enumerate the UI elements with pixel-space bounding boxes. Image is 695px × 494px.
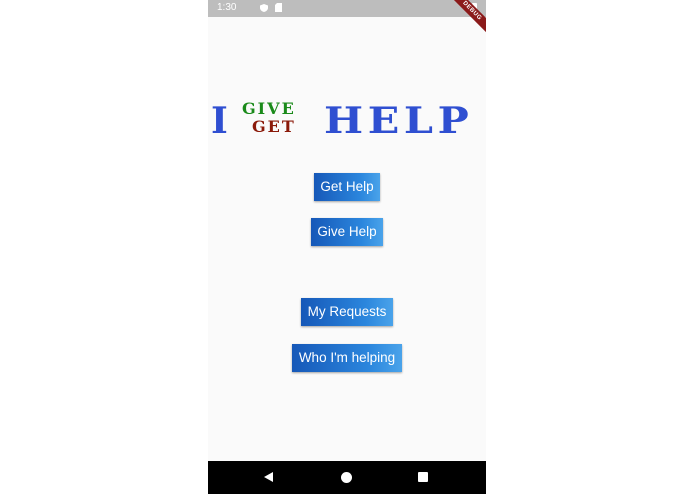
- app-screen: 1:30 DEBUG I GIVE GET HELP Get Help Give…: [208, 0, 486, 494]
- logo-word-give: GIVE: [242, 99, 296, 118]
- my-requests-button[interactable]: My Requests: [301, 298, 393, 326]
- who-im-helping-button[interactable]: Who I'm helping: [292, 344, 402, 372]
- recents-icon[interactable]: [418, 472, 428, 482]
- logo-word-help: HELP: [324, 100, 474, 142]
- home-icon[interactable]: [341, 472, 352, 483]
- debug-banner: DEBUG: [447, 0, 486, 36]
- status-bar: 1:30 DEBUG: [208, 0, 486, 36]
- logo-letter-i: I: [211, 100, 228, 142]
- logo-word-get: GET: [252, 117, 296, 136]
- back-icon[interactable]: [264, 472, 273, 482]
- navigation-bar: [208, 461, 486, 494]
- sd-card-icon: [275, 3, 282, 12]
- get-help-button[interactable]: Get Help: [314, 173, 380, 201]
- give-help-button[interactable]: Give Help: [311, 218, 383, 246]
- status-time: 1:30: [217, 2, 237, 13]
- shield-icon: [260, 4, 268, 12]
- app-logo: I GIVE GET HELP: [208, 100, 486, 142]
